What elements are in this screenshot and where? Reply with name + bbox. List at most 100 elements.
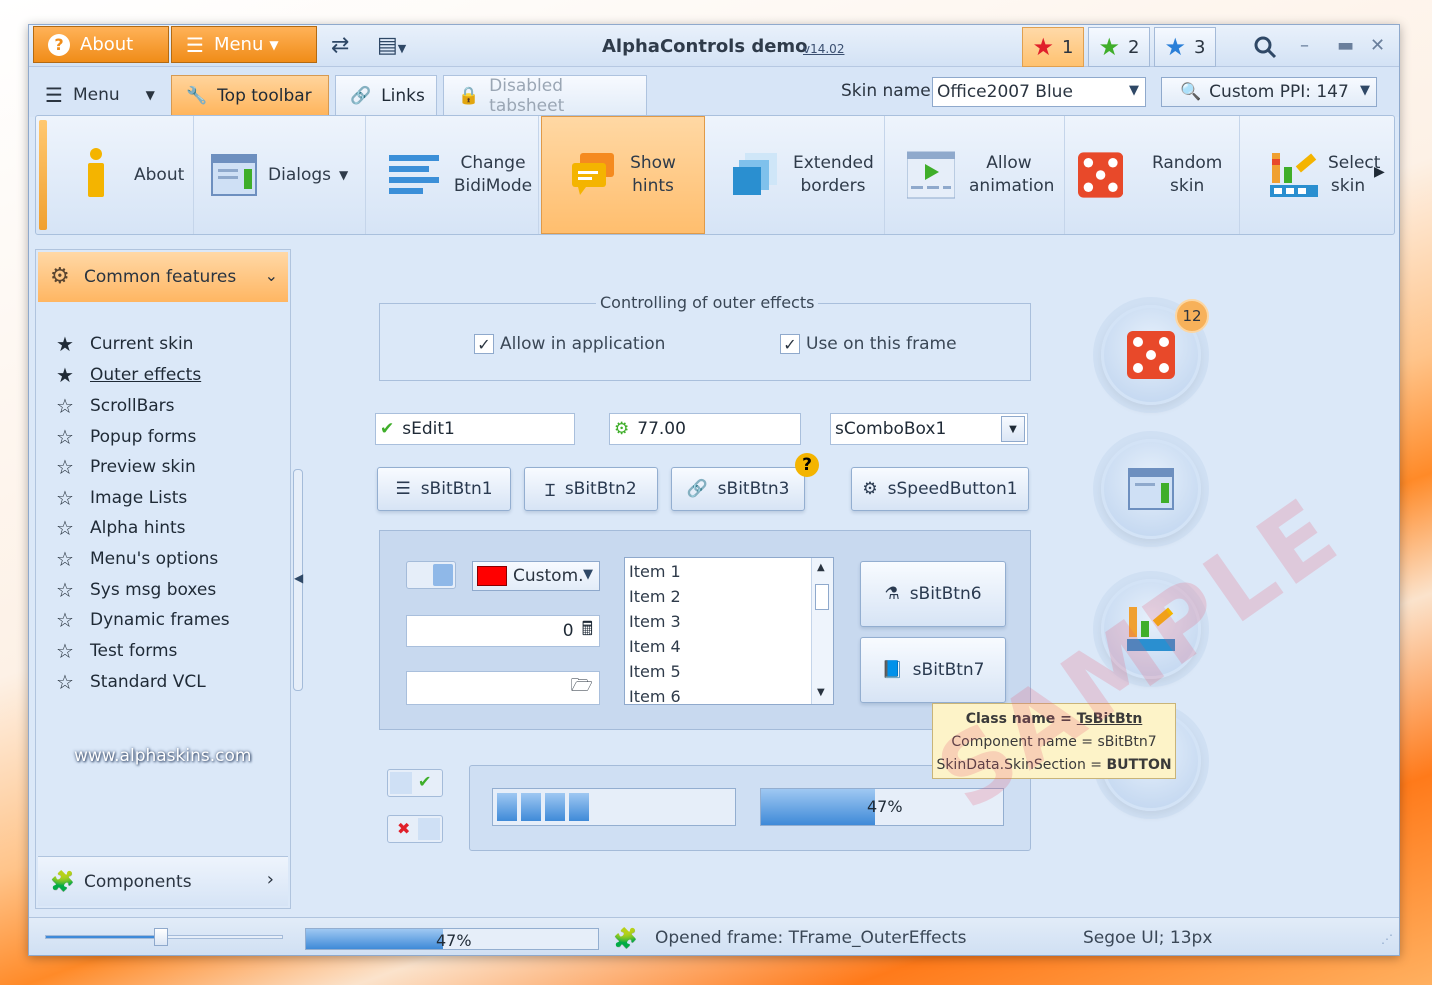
sidebar-item-test-forms[interactable]: ☆ Test forms <box>54 639 177 663</box>
scroll-right-icon[interactable]: ▶ <box>1374 164 1385 180</box>
count-badge: 12 <box>1175 299 1209 333</box>
sbitbtn6-button[interactable]: ⚗ sBitBtn6 <box>860 561 1006 627</box>
spin-edit[interactable]: ⚙ 77.00 <box>609 413 801 445</box>
ribbon-dialogs[interactable]: Dialogs ▼ <box>194 116 366 234</box>
sidebar-item-alpha-hints[interactable]: ☆ Alpha hints <box>54 516 186 540</box>
collapse-left-icon[interactable]: ◀ <box>294 571 303 585</box>
wrench-icon: 🔧 <box>186 85 208 106</box>
tab-top-toolbar[interactable]: 🔧 Top toolbar <box>171 75 329 115</box>
folder-icon[interactable]: 🗁 <box>571 673 593 703</box>
sspeedbutton1-button[interactable]: ⚙ sSpeedButton1 <box>851 467 1029 511</box>
website-link[interactable]: www.alphaskins.com <box>74 746 251 766</box>
skin-name-combo[interactable]: Office2007 Blue ▼ <box>932 77 1146 107</box>
minimize-icon[interactable]: – <box>1300 35 1309 56</box>
star-outline-icon: ☆ <box>56 670 74 694</box>
chevron-down-icon: ▼ <box>269 37 279 52</box>
maximize-icon[interactable]: ▬ <box>1337 35 1354 56</box>
scroll-down-icon[interactable]: ▼ <box>817 687 825 698</box>
ribbon-random-skin[interactable]: Random skin <box>1066 116 1240 234</box>
toolbar-grip[interactable] <box>39 120 47 230</box>
palette-icon <box>1270 153 1318 197</box>
status-frame-text: Opened frame: TFrame_OuterEffects <box>655 928 967 948</box>
ribbon-allow-animation[interactable]: Allow animation <box>885 116 1065 234</box>
sedit1-input[interactable]: ✔ sEdit1 <box>375 413 575 445</box>
checkmark-icon: ✓ <box>474 334 494 354</box>
star-button-2[interactable]: ★ 2 <box>1088 27 1150 67</box>
tabs-menu-button[interactable]: ☰ Menu ▼ <box>45 83 155 107</box>
sidebar-item-dynamic-frames[interactable]: ☆ Dynamic frames <box>54 608 230 632</box>
list-item[interactable]: Item 1 <box>629 562 681 581</box>
sidebar-item-standard-vcl[interactable]: ☆ Standard VCL <box>54 670 206 694</box>
use-on-this-frame-checkbox[interactable]: ✓ Use on this frame <box>780 334 957 354</box>
list-window-icon[interactable]: ▤▼ <box>377 33 406 58</box>
tab-links[interactable]: 🔗 Links <box>335 75 437 115</box>
toggle-switch[interactable] <box>406 561 456 589</box>
sidebar-item-preview-skin[interactable]: ☆ Preview skin <box>54 455 196 479</box>
sidebar-item-current-skin[interactable]: ★ Current skin <box>54 332 193 356</box>
chevron-right-icon: › <box>266 869 274 890</box>
sidebar-header[interactable]: ⚙ Common features ⌄ <box>38 252 288 302</box>
sbitbtn1-button[interactable]: ☰ sBitBtn1 <box>377 467 511 511</box>
dice-icon <box>1127 331 1175 379</box>
directory-edit[interactable]: 🗁 <box>406 671 600 705</box>
menu-button[interactable]: ☰ Menu ▼ <box>171 26 317 63</box>
toggle-off[interactable]: ✖ <box>387 815 443 843</box>
skin-name-label: Skin name: <box>841 81 937 101</box>
scroll-thumb[interactable] <box>815 584 829 610</box>
help-icon[interactable]: ? <box>795 453 819 477</box>
sbitbtn2-button[interactable]: ꞮsBitBtn2 <box>524 467 658 511</box>
list-item[interactable]: Item 4 <box>629 637 681 656</box>
scroll-up-icon[interactable]: ▲ <box>817 562 825 573</box>
calculator-icon[interactable]: 🖩 <box>582 615 593 647</box>
cross-icon: ✖ <box>397 819 411 838</box>
red-star-icon: ★ <box>1032 33 1055 61</box>
flask-icon: ⚗ <box>884 584 900 604</box>
toolbar-ribbon: About Dialogs ▼ Change BidiMode Show hint… <box>35 115 1395 235</box>
sidebar-item-popup-forms[interactable]: ☆ Popup forms <box>54 425 196 449</box>
ribbon-about[interactable]: About <box>50 116 194 234</box>
search-icon[interactable] <box>1253 35 1277 59</box>
outer-effects-groupbox: Controlling of outer effects ✓ Allow in a… <box>379 293 1031 381</box>
list-item[interactable]: Item 5 <box>629 662 681 681</box>
zoom-icon: 🔍 <box>1180 82 1202 102</box>
slider-thumb[interactable] <box>154 928 168 946</box>
star-button-3[interactable]: ★ 3 <box>1154 27 1216 67</box>
ribbon-change-bidimode[interactable]: Change BidiMode <box>369 116 539 234</box>
star-button-1[interactable]: ★ 1 <box>1022 27 1084 67</box>
ribbon-extended-borders[interactable]: Extended borders <box>707 116 885 234</box>
listbox-scrollbar[interactable]: ▲ ▼ <box>811 558 833 704</box>
puzzle-icon: 🧩 <box>50 869 75 893</box>
sbitbtn3-button[interactable]: 🔗 sBitBtn3 <box>671 467 805 511</box>
version-link[interactable]: v14.02 <box>803 42 844 56</box>
close-icon[interactable]: ✕ <box>1370 35 1385 56</box>
list-item[interactable]: Item 2 <box>629 587 681 606</box>
resize-grip-icon[interactable]: ⋰ <box>1381 932 1393 946</box>
gears-icon: ⚙ <box>50 264 70 289</box>
swap-arrows-icon[interactable]: ⇄ <box>331 33 349 58</box>
sidebar-item-scrollbars[interactable]: ☆ ScrollBars <box>54 394 175 418</box>
sidebar-item-sys-msg-boxes[interactable]: ☆ Sys msg boxes <box>54 578 216 602</box>
dice-icon <box>1078 152 1124 198</box>
about-button[interactable]: ? About <box>33 26 169 63</box>
zoom-slider[interactable] <box>45 928 283 946</box>
scombobox1[interactable]: sComboBox1 ▼ <box>830 413 1028 445</box>
sidebar-components[interactable]: 🧩 Components › <box>38 856 288 906</box>
ribbon-show-hints[interactable]: Show hints <box>541 116 705 234</box>
list-item[interactable]: Item 6 <box>629 687 681 704</box>
color-combo[interactable]: Custom. ▼ <box>472 561 600 591</box>
dialogs-circle-button[interactable] <box>1101 439 1201 539</box>
sidebar-item-outer-effects[interactable]: ★ Outer effects <box>54 363 201 387</box>
toggle-on[interactable]: ✔ <box>387 769 443 797</box>
star-outline-icon: ☆ <box>56 639 74 663</box>
sidebar-item-menus-options[interactable]: ☆ Menu's options <box>54 547 218 571</box>
calc-edit[interactable]: 0 🖩 <box>406 615 600 647</box>
status-font-text: Segoe UI; 13px <box>1083 928 1213 948</box>
ppi-combo[interactable]: 🔍 Custom PPI: 147 ▼ <box>1161 77 1377 107</box>
chevron-down-icon[interactable]: ▼ <box>1001 416 1025 442</box>
sidebar-item-image-lists[interactable]: ☆ Image Lists <box>54 486 187 510</box>
ribbon-select-skin[interactable]: Select skin <box>1242 116 1390 234</box>
chevron-down-icon: ▼ <box>583 567 593 582</box>
list-item[interactable]: Item 3 <box>629 612 681 631</box>
allow-in-application-checkbox[interactable]: ✓ Allow in application <box>474 334 665 354</box>
item-listbox[interactable]: Item 1 Item 2 Item 3 Item 4 Item 5 Item … <box>624 557 834 705</box>
